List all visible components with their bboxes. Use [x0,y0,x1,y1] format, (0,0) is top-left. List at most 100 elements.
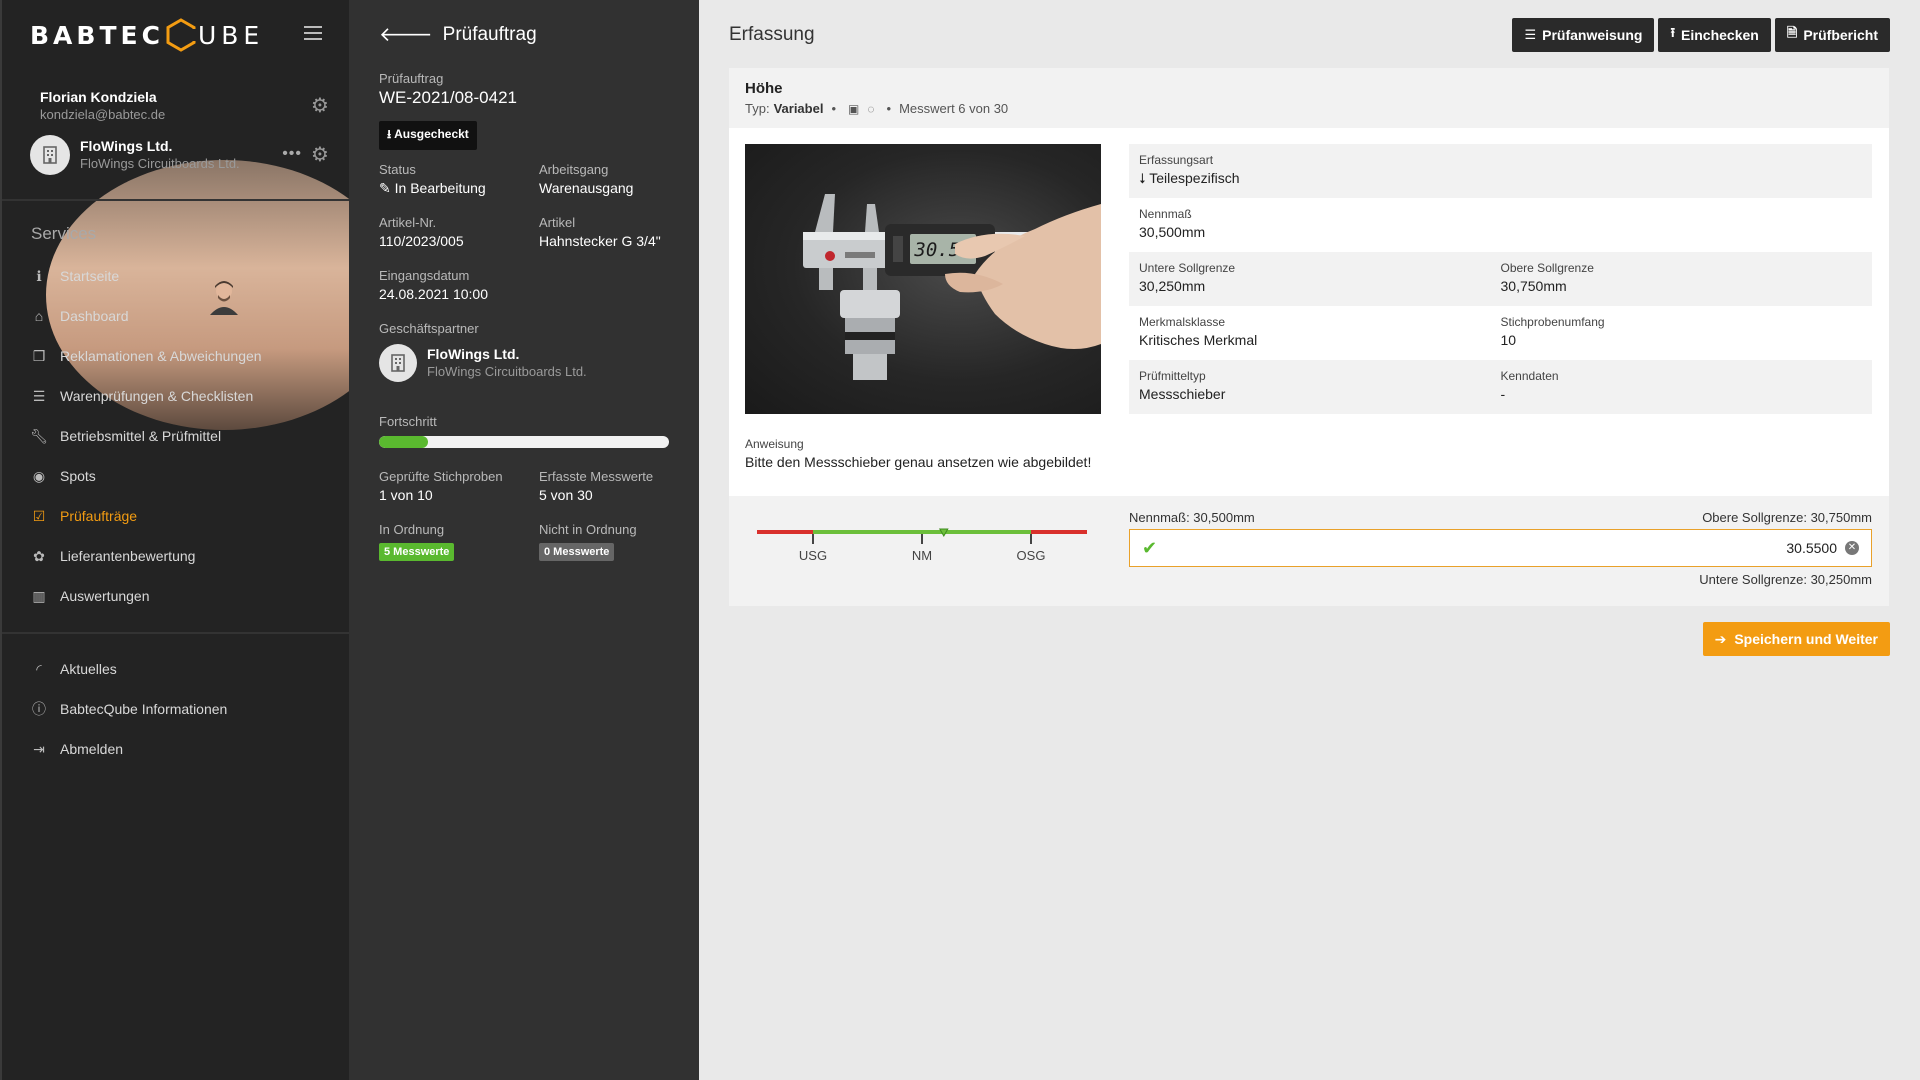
sidebar-item-reklamationen[interactable]: ❒ Reklamationen & Abweichungen [30,336,330,376]
toolbar: ☰ Prüfanweisung ⭱ Einchecken 🗎︎ Prüfbericht [1512,18,1890,52]
sidebar-item-dashboard[interactable]: ⌂ Dashboard [30,296,330,336]
input-limits-top: Nennmaß: 30,500mm Obere Sollgrenze: 30,7… [1129,510,1872,525]
logo-cube-icon [166,18,196,52]
nominal-value: 30,500mm [1139,224,1206,240]
sidebar-item-auswertungen[interactable]: ▥ Auswertungen [30,576,330,616]
target-icon: ◉ [32,467,46,484]
progress-fill [379,436,429,448]
user-profile[interactable]: Florian Kondziela kondziela@babtec.de ⚙ [30,84,402,430]
comment-icon[interactable]: ◌ [867,102,874,116]
measurement-input[interactable] [1157,540,1845,556]
sidebar-divider [2,199,351,201]
partner-card[interactable]: FloWings Ltd. FloWings Circuitboards Ltd… [379,344,587,382]
samples-value: 1 von 10 [379,487,433,503]
article-no-label: Artikel-Nr. [379,215,437,230]
sidebar-item-informationen[interactable]: ⓘ BabtecQube Informationen [30,689,330,729]
measurement-input-wrapper: ✔ ✕ [1129,529,1872,567]
check-in-button[interactable]: ⭱ Einchecken [1658,18,1771,52]
measurement-strip: USG NM OSG Nennmaß: 30,500mm Obere Sollg… [729,496,1889,606]
partner-subtitle: FloWings Circuitboards Ltd. [427,364,587,379]
sidebar-item-abmelden[interactable]: ⇥ Abmelden [30,729,330,769]
status-value: ✎ In Bearbeitung [379,180,486,196]
clear-input-icon[interactable]: ✕ [1845,541,1859,555]
capture-type-value: ⭣ Teilespezifisch [1139,170,1240,186]
caliper-photo[interactable]: 30.50 [745,144,1101,414]
back-arrow-icon[interactable]: 🡐 [379,22,433,47]
tool-data-value: - [1500,386,1506,402]
order-panel-title: Prüfauftrag [442,23,537,45]
instruction: Anweisung Bitte den Messschieber genau a… [745,436,1091,472]
bar-chart-icon: ▥ [32,587,46,604]
arrow-right-icon: ➔ [1714,630,1727,647]
sidebar-item-lieferantenbewertung[interactable]: ✿ Lieferantenbewertung [30,536,330,576]
capture-area: Erfassung ☰ Prüfanweisung ⭱ Einchecken 🗎︎ P… [699,0,1920,1080]
order-id: WE-2021/08-0421 [379,88,517,107]
capture-type-label: Erfassungsart [1139,153,1214,167]
save-and-next-button[interactable]: ➔ Speichern und Weiter [1702,622,1890,656]
tolerance-scale: USG NM OSG [757,524,1087,584]
order-header: 🡐 Prüfauftrag [379,22,537,47]
babtecqube-logo[interactable]: BABTEC UBE [30,14,264,56]
sidebar-item-betriebsmittel[interactable]: 🔧︎ Betriebsmittel & Prüfmittel [30,416,330,456]
user-settings-gear-icon[interactable]: ⚙ [310,96,330,116]
nm-label: NM [911,548,933,563]
company-profile[interactable]: FloWings Ltd. FloWings Circuitboards Ltd… [30,133,330,177]
usg-label: USG [798,548,828,563]
order-id-label: Prüfauftrag [379,71,444,86]
list-icon: ☰ [1524,27,1537,42]
values-value: 5 von 30 [539,487,593,503]
sidebar-item-spots[interactable]: ◉ Spots [30,456,330,496]
ok-count-badge: 5 Messwerte [379,543,455,561]
sidebar-item-startseite[interactable]: ℹ Startseite [30,256,330,296]
checkbox-icon: ☑ [32,507,46,524]
instruction-text: Bitte den Messschieber genau ansetzen wi… [745,454,1092,470]
checked-out-badge[interactable]: ⭳ Ausgecheckt [379,121,477,150]
check-icon: ✔ [1142,537,1158,558]
nok-label: Nicht in Ordnung [539,522,637,537]
article-value: Hahnstecker G 3/4" [539,233,661,249]
progress-bar [379,436,669,448]
sidebar-item-aktuelles[interactable]: ◜ Aktuelles [30,649,330,689]
upper-limit-label: Obere Sollgrenze [1500,261,1594,275]
hamburger-menu-icon[interactable] [304,26,322,42]
company-more-icon[interactable]: ••• [282,145,302,163]
sign-out-icon: ⇥ [33,740,45,757]
sidebar-item-warenpruefungen[interactable]: ☰ Warenprüfungen & Checklisten [30,376,330,416]
order-panel: 🡐 Prüfauftrag Prüfauftrag WE-2021/08-042… [349,0,699,1080]
partner-label: Geschäftspartner [379,321,479,336]
pdf-icon: 🗎︎ [1786,25,1798,40]
feature-title: Höhe [745,80,783,97]
inspection-instruction-button[interactable]: ☰ Prüfanweisung [1512,18,1655,52]
operation-label: Arbeitsgang [539,162,609,177]
inspection-report-button[interactable]: 🗎︎ Prüfbericht [1774,18,1890,52]
cubes-icon: ❒ [32,347,46,364]
palette-icon: ✿ [33,547,45,564]
ok-label: In Ordnung [379,522,445,537]
image-icon[interactable]: ▣ [848,102,859,116]
article-no-value: 110/2023/005 [379,233,464,249]
osg-label: OSG [1016,548,1046,563]
company-settings-gear-icon[interactable]: ⚙ [310,145,330,165]
services-nav: ℹ Startseite ⌂ Dashboard ❒ Reklamationen & … [30,256,330,616]
nominal-label: Nennmaß [1139,207,1192,221]
partner-building-icon [379,344,417,382]
wrench-icon: 🔧︎ [30,427,48,444]
logo-text-right: UBE [197,20,265,50]
measurement-counter: Messwert 6 von 30 [899,101,1009,116]
lower-limit-label: Untere Sollgrenze [1139,261,1236,275]
nok-count-badge: 0 Messwerte [539,543,615,561]
page-title: Erfassung [729,24,815,45]
sidebar-item-pruefauftraege[interactable]: ☑ Prüfaufträge [30,496,330,536]
logo-text-left: BABTEC [30,20,164,50]
feature-meta: Typ: Variabel • ▣ ◌ • Messwert 6 von 30 [745,101,1009,116]
samples-label: Geprüfte Stichproben [379,469,503,484]
info-icon: ℹ [36,267,42,284]
lower-limit-value: 30,250mm [1139,278,1206,294]
company-subtitle: FloWings Circuitboards Ltd. [80,156,240,171]
rss-icon: ◜ [36,660,42,677]
date-label: Eingangsdatum [379,268,470,283]
instruction-label: Anweisung [745,437,804,451]
sample-size-label: Stichprobenumfang [1500,315,1605,329]
input-upper-hint: Obere Sollgrenze: 30,750mm [1702,510,1872,525]
tool-type-value: Messschieber [1139,386,1226,402]
